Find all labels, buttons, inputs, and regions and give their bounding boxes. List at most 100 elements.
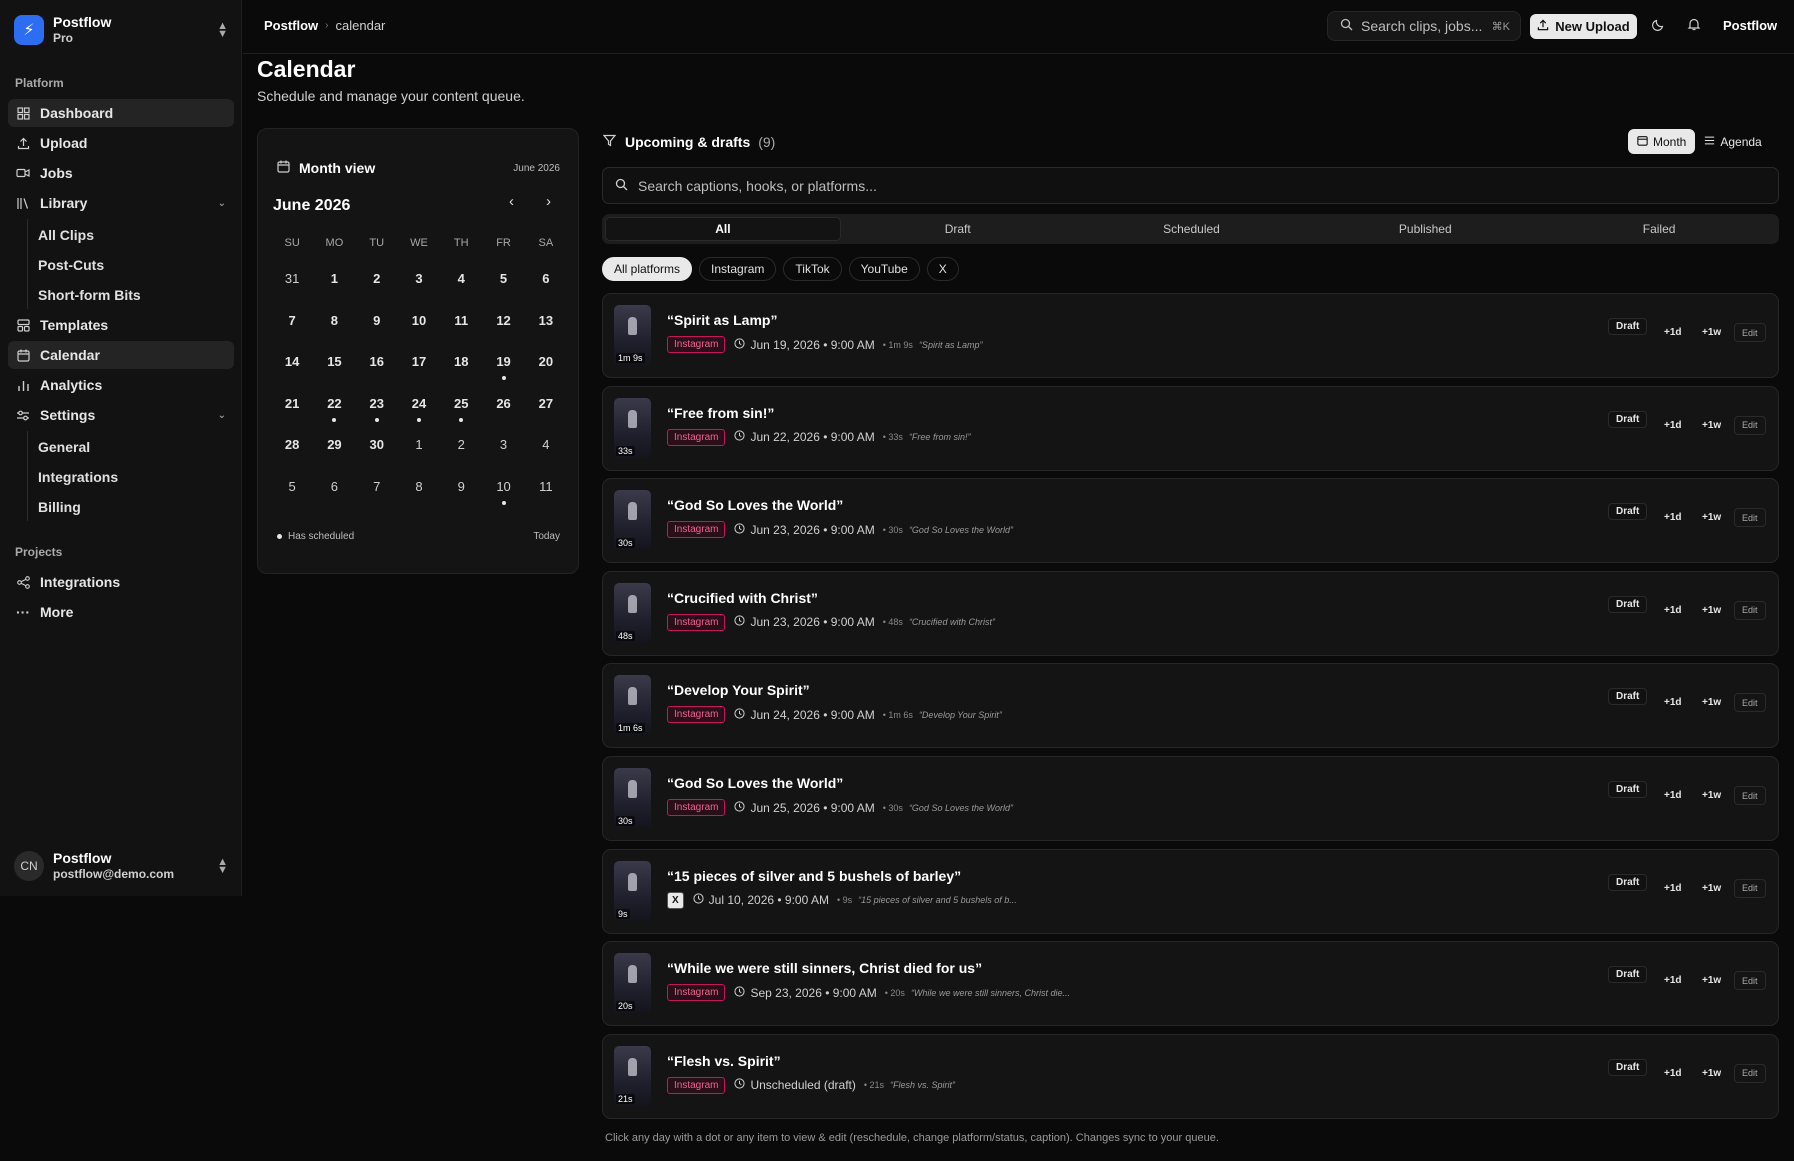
edit-button[interactable]: Edit	[1734, 878, 1766, 898]
plus-one-week-button[interactable]: +1w	[1702, 883, 1721, 894]
calendar-day[interactable]: 4	[525, 429, 567, 471]
view-month-button[interactable]: Month	[1628, 129, 1696, 154]
plus-one-week-button[interactable]: +1w	[1702, 790, 1721, 801]
calendar-day[interactable]: 29	[313, 429, 355, 471]
calendar-day[interactable]: 24	[398, 388, 440, 430]
chevron-down-icon[interactable]: ⌄	[218, 198, 226, 209]
plus-one-week-button[interactable]: +1w	[1702, 327, 1721, 338]
calendar-day[interactable]: 2	[356, 263, 398, 305]
calendar-day[interactable]: 13	[525, 305, 567, 347]
sidebar-subitem-billing[interactable]: Billing	[38, 499, 81, 515]
chip-youtube[interactable]: YouTube	[848, 257, 920, 281]
calendar-day[interactable]: 27	[525, 388, 567, 430]
account-menu[interactable]: Postflow	[1723, 18, 1777, 33]
sidebar-item-analytics[interactable]: Analytics	[8, 371, 234, 399]
calendar-day[interactable]: 4	[440, 263, 482, 305]
sidebar-item-jobs[interactable]: Jobs	[8, 159, 234, 187]
tab-draft[interactable]: Draft	[841, 217, 1075, 241]
calendar-day[interactable]: 19	[482, 346, 524, 388]
list-item[interactable]: 9s “15 pieces of silver and 5 bushels of…	[602, 848, 1779, 934]
tab-scheduled[interactable]: Scheduled	[1075, 217, 1309, 241]
calendar-day[interactable]: 31	[271, 263, 313, 305]
sidebar-subitem-short-form-bits[interactable]: Short-form Bits	[38, 287, 141, 303]
plus-one-week-button[interactable]: +1w	[1702, 605, 1721, 616]
chip-x[interactable]: X	[926, 257, 959, 281]
plus-one-day-button[interactable]: +1d	[1664, 605, 1682, 616]
edit-button[interactable]: Edit	[1734, 600, 1766, 620]
calendar-day[interactable]: 22	[313, 388, 355, 430]
chip-tiktok[interactable]: TikTok	[783, 257, 842, 281]
plus-one-day-button[interactable]: +1d	[1664, 512, 1682, 523]
moon-icon[interactable]	[1652, 17, 1666, 34]
list-item[interactable]: 30s “God So Loves the World” Instagram J…	[602, 756, 1779, 841]
edit-button[interactable]: Edit	[1734, 693, 1766, 713]
list-item[interactable]: 20s “While we were still sinners, Christ…	[602, 941, 1779, 1027]
sidebar-subitem-general[interactable]: General	[38, 439, 90, 455]
calendar-day[interactable]: 6	[313, 471, 355, 513]
breadcrumb-root[interactable]: Postflow	[264, 18, 318, 33]
calendar-day[interactable]: 5	[482, 263, 524, 305]
calendar-day[interactable]: 14	[271, 346, 313, 388]
edit-button[interactable]: Edit	[1734, 415, 1766, 435]
calendar-day[interactable]: 3	[482, 429, 524, 471]
calendar-day[interactable]: 7	[356, 471, 398, 513]
tab-all[interactable]: All	[605, 217, 841, 241]
plus-one-week-button[interactable]: +1w	[1702, 512, 1721, 523]
plus-one-day-button[interactable]: +1d	[1664, 420, 1682, 431]
plus-one-day-button[interactable]: +1d	[1664, 1068, 1682, 1079]
list-item[interactable]: 48s “Crucified with Christ” Instagram Ju…	[602, 570, 1779, 656]
calendar-day[interactable]: 1	[398, 429, 440, 471]
plus-one-week-button[interactable]: +1w	[1702, 975, 1721, 986]
chevron-updown-icon[interactable]: ▲ ▼	[217, 21, 228, 40]
calendar-day[interactable]: 2	[440, 429, 482, 471]
calendar-day[interactable]: 18	[440, 346, 482, 388]
edit-button[interactable]: Edit	[1734, 1063, 1766, 1083]
calendar-day[interactable]: 9	[356, 305, 398, 347]
edit-button[interactable]: Edit	[1734, 786, 1766, 805]
workspace-switcher[interactable]: ⚡ Postflow Pro ▲ ▼	[14, 14, 228, 46]
sidebar-item-integrations[interactable]: Integrations	[8, 568, 234, 596]
plus-one-day-button[interactable]: +1d	[1664, 790, 1682, 801]
user-menu[interactable]: CN Postflow postflow@demo.com ▲ ▼	[14, 848, 228, 884]
calendar-day[interactable]: 10	[482, 471, 524, 513]
edit-button[interactable]: Edit	[1734, 971, 1766, 991]
sidebar-item-more[interactable]: ··· More	[8, 598, 234, 626]
chevron-down-icon[interactable]: ⌄	[218, 410, 226, 421]
calendar-day[interactable]: 21	[271, 388, 313, 430]
view-agenda-button[interactable]: Agenda	[1695, 129, 1770, 154]
calendar-day[interactable]: 1	[313, 263, 355, 305]
chip-all-platforms[interactable]: All platforms	[602, 257, 693, 281]
plus-one-week-button[interactable]: +1w	[1702, 1068, 1721, 1079]
list-search-input[interactable]: Search captions, hooks, or platforms...	[602, 167, 1779, 204]
chevron-updown-icon[interactable]: ▲ ▼	[217, 857, 228, 876]
sidebar-subitem-post-cuts[interactable]: Post-Cuts	[38, 257, 104, 273]
plus-one-day-button[interactable]: +1d	[1664, 883, 1682, 894]
tab-published[interactable]: Published	[1308, 217, 1542, 241]
list-item[interactable]: 1m 9s “Spirit as Lamp” Instagram Jun 19,…	[602, 293, 1779, 378]
chevron-right-icon[interactable]: ›	[546, 193, 551, 210]
calendar-day[interactable]: 11	[440, 305, 482, 347]
calendar-day[interactable]: 12	[482, 305, 524, 347]
calendar-day[interactable]: 20	[525, 346, 567, 388]
sidebar-subitem-integrations[interactable]: Integrations	[38, 469, 118, 485]
plus-one-day-button[interactable]: +1d	[1664, 975, 1682, 986]
chevron-left-icon[interactable]: ‹	[509, 193, 514, 210]
calendar-day[interactable]: 8	[313, 305, 355, 347]
sidebar-item-library[interactable]: Library ⌄	[8, 189, 234, 217]
plus-one-week-button[interactable]: +1w	[1702, 420, 1721, 431]
calendar-day[interactable]: 30	[356, 429, 398, 471]
plus-one-day-button[interactable]: +1d	[1664, 327, 1682, 338]
calendar-day[interactable]: 3	[398, 263, 440, 305]
calendar-day[interactable]: 6	[525, 263, 567, 305]
list-item[interactable]: 1m 6s “Develop Your Spirit” Instagram Ju…	[602, 663, 1779, 749]
calendar-day[interactable]: 10	[398, 305, 440, 347]
list-item[interactable]: 33s “Free from sin!” Instagram Jun 22, 2…	[602, 385, 1779, 471]
edit-button[interactable]: Edit	[1734, 508, 1766, 528]
calendar-day[interactable]: 7	[271, 305, 313, 347]
calendar-day[interactable]: 26	[482, 388, 524, 430]
sidebar-item-templates[interactable]: Templates	[8, 311, 234, 339]
today-button[interactable]: Today	[533, 531, 560, 542]
chip-instagram[interactable]: Instagram	[699, 257, 777, 281]
sidebar-item-dashboard[interactable]: Dashboard	[8, 99, 234, 127]
bell-icon[interactable]	[1687, 17, 1701, 34]
